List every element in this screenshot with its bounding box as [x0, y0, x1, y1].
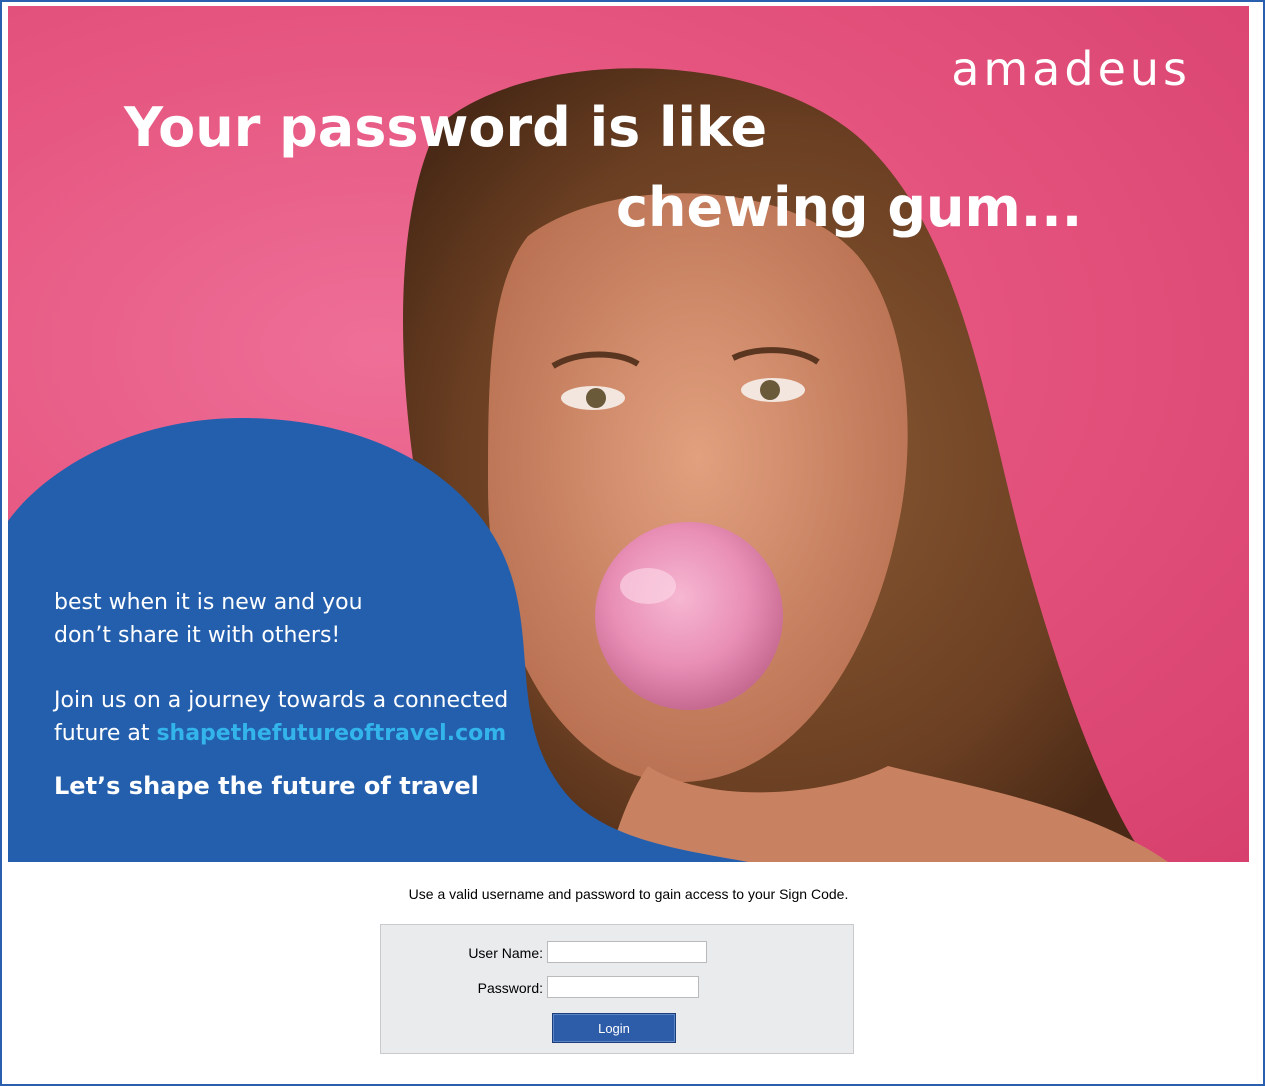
- campaign-message: best when it is new and you don’t share …: [54, 586, 508, 800]
- password-row: Password:: [381, 976, 853, 1000]
- amadeus-logo: amadeus: [951, 42, 1191, 96]
- join-line-2: future at shapethefutureoftravel.com: [54, 717, 508, 750]
- password-label: Password:: [477, 980, 543, 996]
- join-line-1: Join us on a journey towards a connected: [54, 688, 509, 713]
- login-section: Use a valid username and password to gai…: [8, 862, 1249, 1082]
- hero-banner: amadeus Your password is like chewing gu…: [8, 6, 1249, 862]
- message-line-2: don’t share it with others!: [54, 623, 341, 648]
- username-row: User Name:: [381, 941, 853, 965]
- gum-bubble: [595, 522, 783, 710]
- cta-text: Let’s shape the future of travel: [54, 772, 479, 800]
- username-label: User Name:: [468, 945, 543, 961]
- campaign-link[interactable]: shapethefutureoftravel.com: [156, 721, 506, 746]
- login-form: User Name: Password: Login: [380, 924, 854, 1054]
- page-frame: amadeus Your password is like chewing gu…: [0, 0, 1265, 1086]
- login-instruction: Use a valid username and password to gai…: [408, 886, 849, 902]
- headline-line-1: Your password is like: [124, 96, 768, 159]
- login-button[interactable]: Login: [552, 1013, 676, 1043]
- join-prefix: future at: [54, 721, 157, 746]
- password-input[interactable]: [547, 976, 699, 998]
- message-line-1: best when it is new and you: [54, 590, 363, 615]
- headline-line-2: chewing gum...: [616, 176, 1083, 239]
- username-input[interactable]: [547, 941, 707, 963]
